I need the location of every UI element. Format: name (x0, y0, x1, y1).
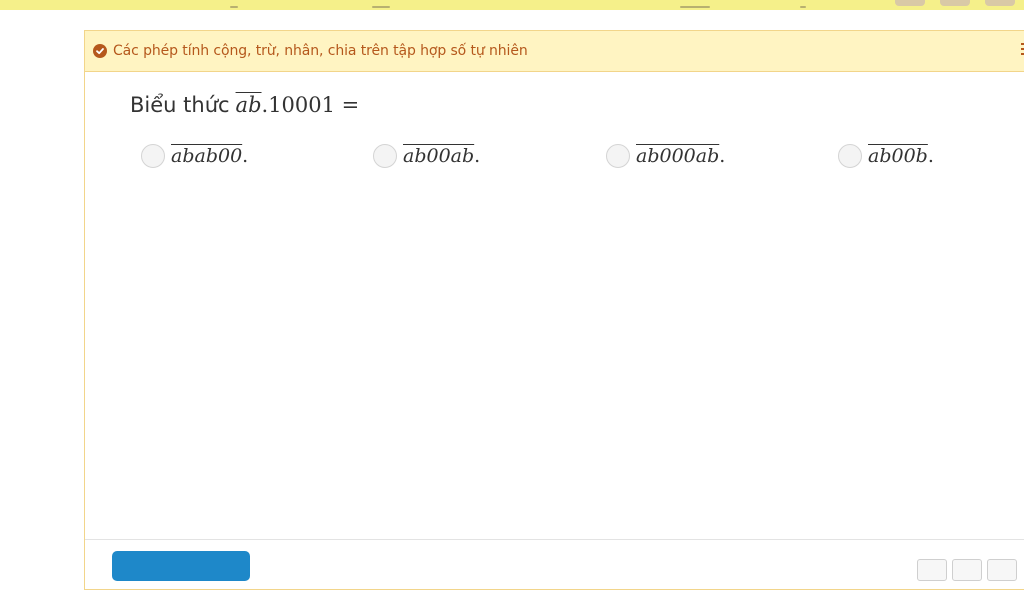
header-button[interactable] (940, 0, 970, 6)
nav-button[interactable] (952, 559, 982, 581)
expression-overline: ab (235, 93, 262, 117)
option-suffix: . (474, 145, 481, 167)
option-suffix: . (927, 145, 934, 167)
lesson-title: Các phép tính cộng, trừ, nhân, chia trên… (113, 43, 528, 59)
answer-option-3[interactable]: ab000ab. (606, 144, 725, 168)
option-suffix: . (719, 145, 726, 167)
question-text: Biểu thức ab.10001 = (130, 93, 359, 117)
header-decoration (800, 6, 806, 8)
radio-button[interactable] (606, 144, 630, 168)
lesson-header: Các phép tính cộng, trừ, nhân, chia trên… (85, 31, 1024, 72)
header-decoration (230, 6, 238, 8)
answer-option-1[interactable]: abab00. (141, 144, 248, 168)
option-label: ab00b (868, 145, 928, 167)
answer-option-2[interactable]: ab00ab. (373, 144, 480, 168)
expression-rest: .10001 = (261, 93, 360, 117)
nav-button[interactable] (917, 559, 947, 581)
submit-button[interactable] (112, 551, 250, 581)
answer-option-4[interactable]: ab00b. (838, 144, 934, 168)
option-label: ab000ab (636, 145, 720, 167)
radio-button[interactable] (373, 144, 397, 168)
radio-button[interactable] (838, 144, 862, 168)
check-circle-icon (93, 44, 107, 58)
nav-button[interactable] (987, 559, 1017, 581)
top-header-strip (0, 0, 1024, 10)
option-suffix: . (242, 145, 249, 167)
header-decoration (372, 6, 390, 8)
option-label: ab00ab (403, 145, 475, 167)
lesson-card: Các phép tính cộng, trừ, nhân, chia trên… (84, 30, 1024, 590)
footer-divider (85, 539, 1024, 540)
radio-button[interactable] (141, 144, 165, 168)
question-prompt: Biểu thức (130, 93, 230, 117)
header-button[interactable] (895, 0, 925, 6)
header-button[interactable] (985, 0, 1015, 6)
question-expression: ab.10001 = (236, 93, 360, 117)
header-decoration (680, 6, 710, 8)
option-label: abab00 (171, 145, 243, 167)
